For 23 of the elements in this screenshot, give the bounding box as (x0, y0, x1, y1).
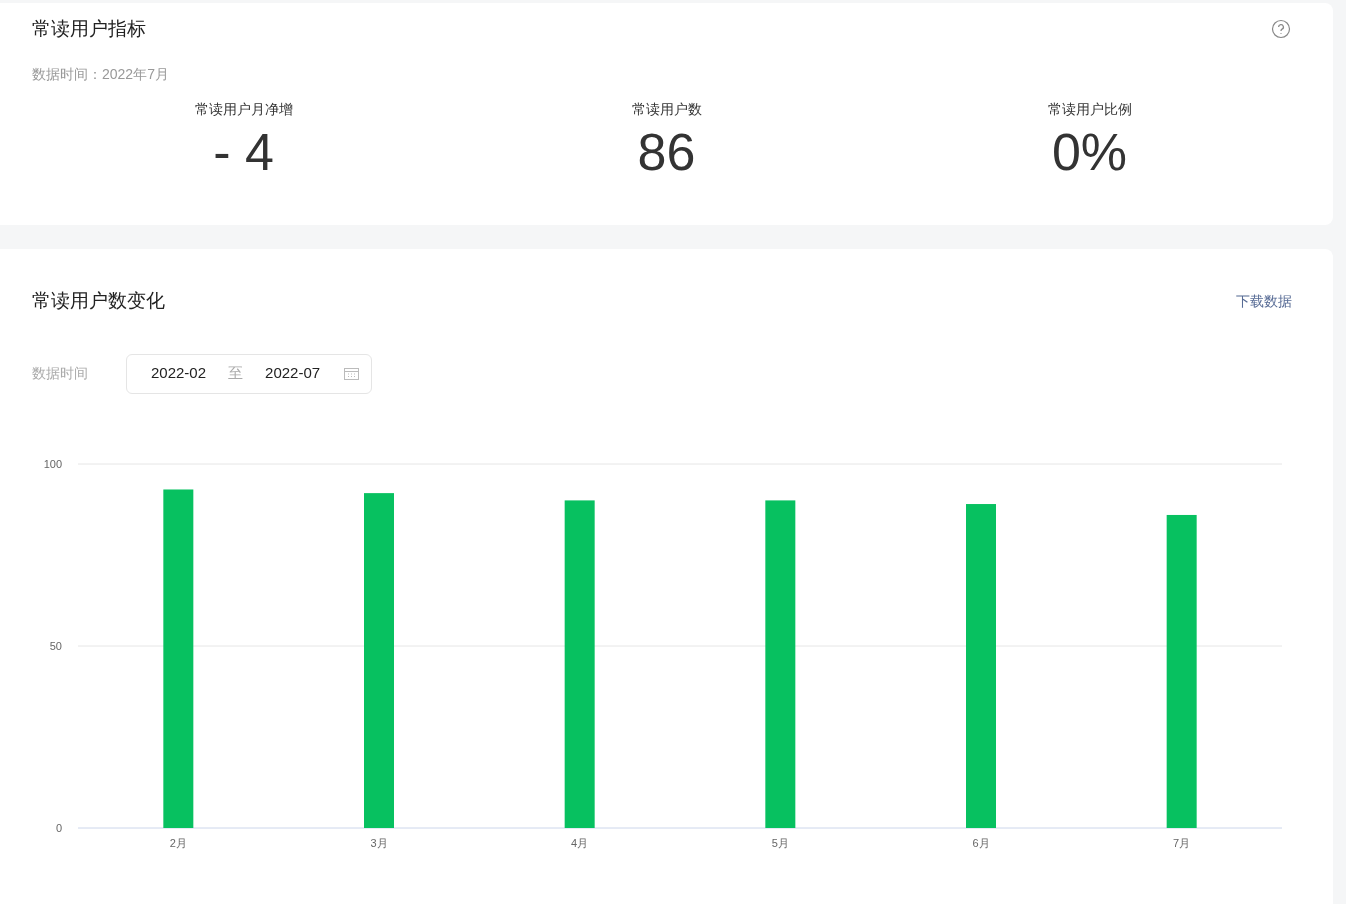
y-tick-label: 50 (49, 639, 62, 652)
metric-value: 86 (637, 121, 696, 183)
data-time: 数据时间：2022年7月 (32, 64, 170, 84)
y-tick-label: 100 (43, 457, 62, 470)
metric-label: 常读用户比例 (1047, 99, 1132, 119)
x-tick-label: 6月 (972, 836, 990, 849)
x-tick-label: 5月 (771, 836, 789, 849)
x-tick-label: 7月 (1173, 836, 1191, 849)
date-label: 数据时间 (32, 364, 89, 383)
date-range-field[interactable]: 2022-02 至 2022-07 (126, 353, 372, 394)
calendar-icon (344, 367, 359, 380)
metric-value: 0% (1051, 121, 1128, 183)
x-tick-label: 2月 (169, 836, 187, 849)
download-link[interactable]: 下载数据 (1236, 290, 1292, 312)
metric-label: 常读用户月净增 (194, 99, 293, 119)
card-title: 常读用户数变化 (32, 289, 165, 313)
x-tick-label: 4月 (571, 836, 589, 849)
help-icon (1271, 19, 1291, 40)
metric-label: 常读用户数 (631, 99, 702, 119)
metric-value: - 4 (213, 121, 274, 183)
x-tick-label: 3月 (370, 836, 388, 849)
y-tick-label: 0 (55, 821, 62, 834)
card-title: 常读用户指标 (32, 17, 146, 41)
